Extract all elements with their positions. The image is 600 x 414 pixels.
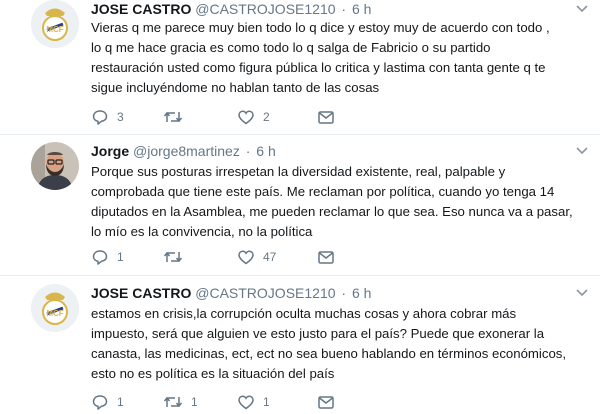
timestamp[interactable]: 6 h	[352, 1, 371, 17]
dot-separator: ·	[341, 285, 347, 301]
retweet-icon	[163, 251, 183, 263]
retweet-button[interactable]	[163, 248, 191, 266]
display-name[interactable]: JOSE CASTRO	[91, 1, 191, 17]
display-name[interactable]: Jorge	[91, 143, 129, 159]
user-handle[interactable]: @CASTROJOSE1210	[195, 1, 335, 17]
avatar[interactable]	[31, 142, 79, 190]
retweet-button[interactable]	[163, 108, 191, 126]
tweet-actions: 1 1 1	[91, 393, 511, 411]
avatar[interactable]: MCF	[31, 284, 79, 332]
tweet-header: JOSE CASTRO @CASTROJOSE1210 · 6 h	[91, 0, 371, 18]
like-icon	[238, 250, 254, 265]
direct-message-icon	[318, 111, 334, 124]
retweet-icon	[163, 111, 183, 123]
reply-icon	[92, 395, 108, 410]
reply-button[interactable]: 1	[91, 393, 124, 411]
tweet-2[interactable]: Jorge @jorge8martinez · 6 h Porque sus p…	[0, 135, 600, 275]
tweet-header: Jorge @jorge8martinez · 6 h	[91, 142, 276, 160]
dot-separator: ·	[341, 1, 347, 17]
reply-button[interactable]: 3	[91, 108, 124, 126]
man-with-glasses-photo-icon	[31, 142, 79, 190]
like-icon	[238, 395, 254, 410]
chevron-down-icon[interactable]	[574, 284, 590, 300]
reply-icon	[92, 250, 108, 265]
reply-count: 3	[117, 110, 124, 124]
reply-button[interactable]: 1	[91, 248, 124, 266]
like-button[interactable]: 2	[237, 108, 270, 126]
chevron-down-icon[interactable]	[574, 0, 590, 16]
like-icon	[238, 110, 254, 125]
user-handle[interactable]: @jorge8martinez	[133, 143, 240, 159]
tweet-3[interactable]: MCF JOSE CASTRO @CASTROJOSE1210 · 6 h es…	[0, 276, 600, 414]
timestamp[interactable]: 6 h	[352, 285, 371, 301]
retweet-count: 1	[191, 395, 198, 409]
real-madrid-crest-icon: MCF	[31, 0, 79, 48]
reply-count: 1	[117, 250, 124, 264]
tweet-1[interactable]: MCF JOSE CASTRO @CASTROJOSE1210 · 6 h Vi…	[0, 0, 600, 134]
tweet-text: Porque sus posturas irrespetan la divers…	[91, 164, 573, 239]
timestamp[interactable]: 6 h	[256, 143, 275, 159]
direct-message-icon	[318, 251, 334, 264]
like-button[interactable]: 1	[237, 393, 270, 411]
display-name[interactable]: JOSE CASTRO	[91, 285, 191, 301]
retweet-icon	[163, 396, 183, 408]
retweet-button[interactable]: 1	[163, 393, 198, 411]
svg-text:MCF: MCF	[46, 309, 63, 318]
direct-message-button[interactable]	[317, 393, 335, 411]
reply-count: 1	[117, 395, 124, 409]
avatar[interactable]: MCF	[31, 0, 79, 48]
tweet-header: JOSE CASTRO @CASTROJOSE1210 · 6 h	[91, 284, 371, 302]
tweet-actions: 3 2	[91, 108, 511, 126]
tweet-text: Vieras q me parece muy bien todo lo q di…	[91, 20, 550, 95]
direct-message-button[interactable]	[317, 248, 335, 266]
reply-icon	[92, 110, 108, 125]
direct-message-icon	[318, 396, 334, 409]
like-count: 1	[263, 395, 270, 409]
user-handle[interactable]: @CASTROJOSE1210	[195, 285, 335, 301]
tweet-actions: 1 47	[91, 248, 511, 266]
chevron-down-icon[interactable]	[574, 142, 590, 158]
real-madrid-crest-icon: MCF	[31, 284, 79, 332]
direct-message-button[interactable]	[317, 108, 335, 126]
svg-text:MCF: MCF	[46, 25, 63, 34]
like-count: 2	[263, 110, 270, 124]
like-button[interactable]: 47	[237, 248, 276, 266]
like-count: 47	[263, 250, 277, 264]
tweet-text: estamos en crisis,la corrupción oculta m…	[91, 306, 567, 381]
dot-separator: ·	[245, 143, 251, 159]
